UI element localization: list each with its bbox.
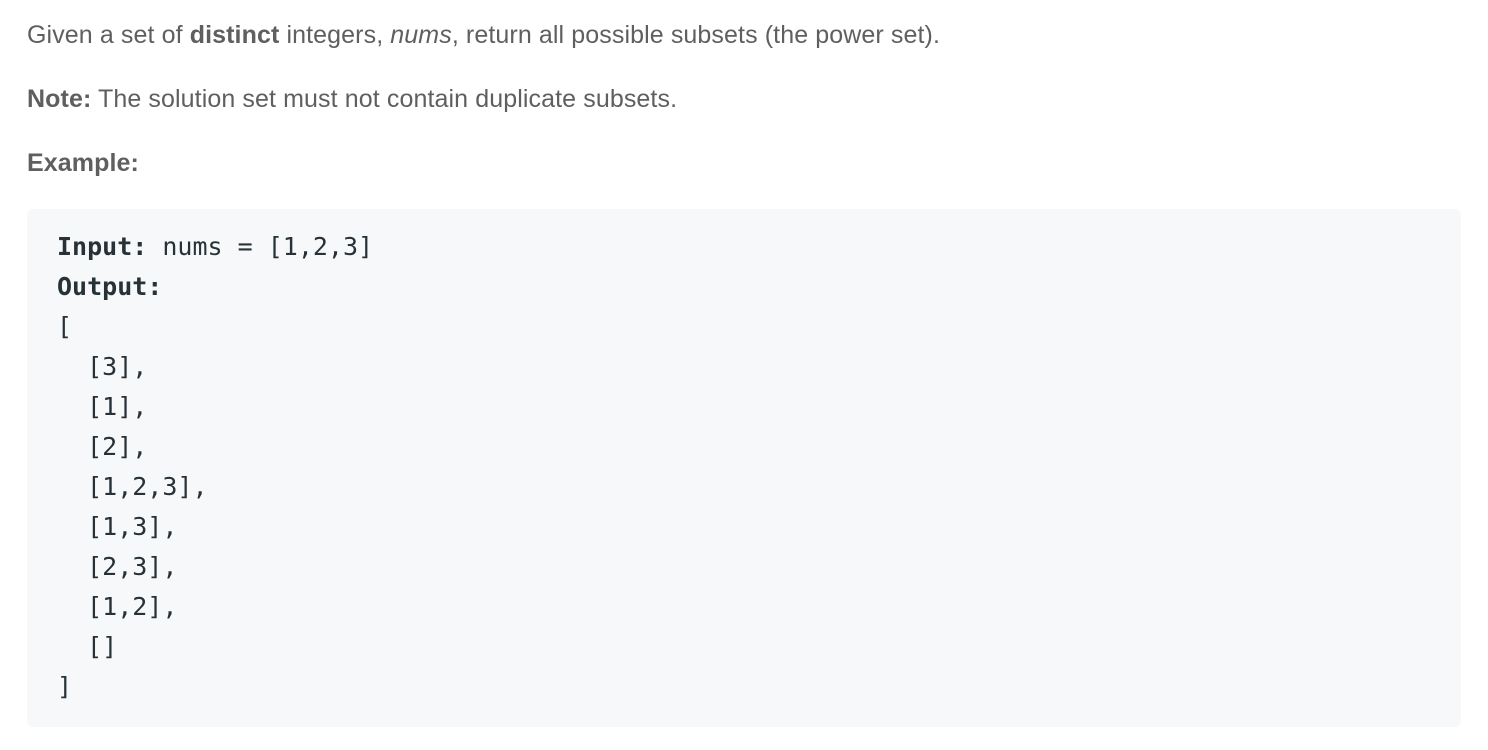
note-text: The solution set must not contain duplic… [91,85,678,113]
input-label: Input: [57,232,148,261]
problem-description: Given a set of distinct integers, nums, … [27,19,940,51]
note-paragraph: Note: The solution set must not contain … [27,83,677,115]
description-text-3: , return all possible subsets (the power… [451,21,941,49]
output-line: [1,2], [57,592,178,621]
example-code-block: Input: nums = [1,2,3] Output:[ [3], [1], … [27,209,1461,727]
output-label: Output: [57,272,163,301]
output-line: [ [57,312,73,341]
output-line: [2,3], [57,552,178,581]
output-line: [1,3], [57,512,178,541]
output-line: ] [57,672,73,701]
example-code: Input: nums = [1,2,3] Output:[ [3], [1], … [57,227,373,707]
description-bold-distinct: distinct [189,21,280,49]
output-line: [2], [57,432,148,461]
description-text-1: Given a set of [27,21,190,49]
description-text-2: integers, [279,21,391,49]
description-italic-nums: nums [390,21,452,49]
input-value: nums = [1,2,3] [147,232,374,261]
example-heading: Example: [27,149,139,177]
note-label: Note: [27,85,92,113]
output-line: [1], [57,392,148,421]
output-line: [] [57,632,118,661]
output-line: [1,2,3], [57,472,208,501]
output-label-line: Output: [57,267,373,307]
input-line: Input: nums = [1,2,3] [57,227,373,267]
output-line: [3], [57,352,148,381]
